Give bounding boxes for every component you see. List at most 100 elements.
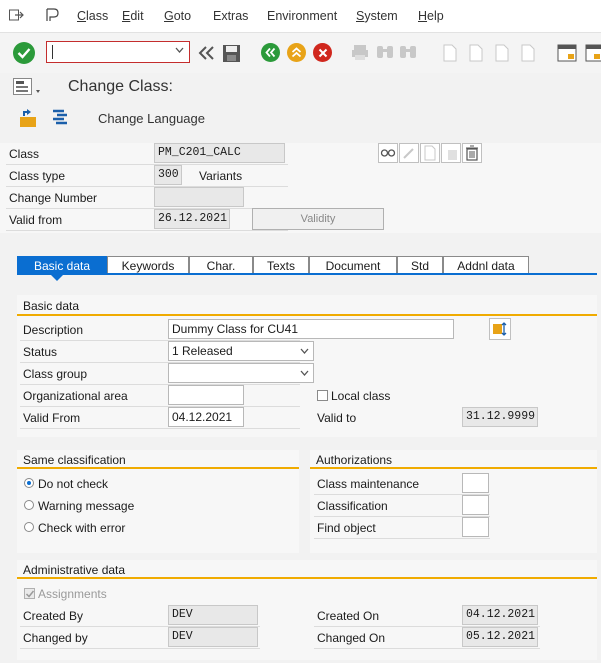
change-number-field[interactable] — [154, 187, 244, 207]
valid-from-input[interactable]: 04.12.2021 — [168, 407, 244, 427]
new-session-icon[interactable] — [557, 44, 577, 65]
group-title-line — [310, 467, 597, 469]
menu-edit[interactable]: Edit — [122, 9, 144, 23]
changed-by-label: Changed by — [23, 631, 88, 645]
first-page-icon[interactable] — [442, 44, 458, 65]
class-group-select[interactable] — [168, 363, 314, 383]
back-double-chevron-icon[interactable] — [197, 45, 215, 61]
next-page-icon[interactable] — [494, 44, 510, 65]
exit-menu-icon[interactable] — [9, 9, 24, 21]
tab-basic-data[interactable]: Basic data — [17, 256, 107, 274]
created-by-field[interactable]: DEV — [168, 605, 258, 625]
assignments-checkbox[interactable] — [24, 588, 35, 599]
changed-on-field[interactable]: 05.12.2021 — [462, 627, 538, 647]
tab-texts[interactable]: Texts — [253, 256, 309, 274]
classification-input[interactable] — [462, 495, 489, 515]
local-class-checkbox[interactable] — [317, 390, 328, 401]
row-divider — [6, 208, 288, 209]
status-label: Status — [23, 345, 58, 359]
change-language-button[interactable]: Change Language — [98, 111, 205, 126]
basic-data-title: Basic data — [23, 299, 80, 313]
exit-icon[interactable] — [287, 43, 306, 62]
classification-label: Classification — [317, 499, 388, 513]
validity-button[interactable]: Validity — [252, 208, 384, 230]
menu-toggle-icon[interactable] — [13, 78, 43, 96]
menu-bar: Class Edit Goto Extras Environment Syste… — [0, 0, 601, 33]
row-divider — [314, 648, 540, 649]
tab-document[interactable]: Document — [309, 256, 397, 274]
page-title: Change Class: — [68, 78, 173, 95]
local-class-label: Local class — [331, 389, 391, 403]
sap-menu-icon[interactable] — [45, 8, 59, 22]
warning-message-label: Warning message — [38, 499, 135, 513]
valid-from-field[interactable]: 26.12.2021 — [154, 209, 230, 229]
menu-extras[interactable]: Extras — [213, 9, 248, 23]
edit-pencil-icon[interactable] — [399, 143, 419, 163]
do-not-check-radio[interactable] — [24, 478, 34, 488]
cancel-icon[interactable] — [313, 43, 332, 62]
back-icon[interactable] — [261, 43, 280, 62]
display-icon[interactable] — [378, 143, 398, 163]
class-label: Class — [9, 147, 40, 161]
description-input[interactable]: Dummy Class for CU41 — [168, 319, 454, 339]
tab-addnl-data[interactable]: Addnl data — [443, 256, 529, 274]
tab-keywords[interactable]: Keywords — [107, 256, 189, 274]
org-area-input[interactable] — [168, 385, 244, 405]
class-field[interactable]: PM_C201_CALC — [154, 143, 285, 163]
tab-char[interactable]: Char. — [189, 256, 253, 274]
find-icon[interactable] — [376, 44, 396, 63]
enter-icon[interactable] — [13, 42, 35, 64]
row-divider — [6, 230, 288, 231]
command-field[interactable] — [46, 41, 190, 63]
chevron-down-icon[interactable] — [300, 345, 309, 360]
class-type-field[interactable]: 300 — [154, 165, 182, 185]
group-title-line — [17, 467, 299, 469]
menu-help[interactable]: Help — [418, 9, 444, 23]
row-divider — [6, 186, 288, 187]
valid-to-label: Valid to — [317, 411, 357, 425]
chevron-down-icon[interactable] — [300, 367, 309, 382]
class-group-label: Class group — [23, 367, 88, 381]
administrative-data-title: Administrative data — [23, 563, 126, 577]
find-object-input[interactable] — [462, 517, 489, 537]
assignments-label: Assignments — [38, 587, 107, 601]
menu-goto[interactable]: Goto — [164, 9, 191, 23]
last-page-icon[interactable] — [520, 44, 536, 65]
shortcut-icon[interactable] — [585, 44, 601, 65]
print-icon[interactable] — [351, 43, 369, 64]
status-select[interactable]: 1 Released — [168, 341, 314, 361]
created-on-field[interactable]: 04.12.2021 — [462, 605, 538, 625]
classes-overview-icon[interactable] — [50, 108, 70, 131]
created-by-label: Created By — [23, 609, 84, 623]
class-type-label: Class type — [9, 169, 66, 183]
copy-icon[interactable] — [441, 143, 461, 163]
delete-icon[interactable] — [462, 143, 482, 163]
text-cursor — [52, 45, 53, 59]
find-next-icon[interactable] — [399, 44, 419, 63]
previous-page-icon[interactable] — [468, 44, 484, 65]
do-not-check-label: Do not check — [38, 477, 109, 491]
create-icon[interactable] — [420, 143, 440, 163]
menu-system[interactable]: System — [356, 9, 398, 23]
menu-class[interactable]: Class — [77, 9, 108, 23]
valid-to-field[interactable]: 31.12.9999 — [462, 407, 538, 427]
row-divider — [20, 428, 300, 429]
change-number-label: Change Number — [9, 191, 98, 205]
check-with-error-radio[interactable] — [24, 522, 34, 532]
other-class-icon[interactable] — [18, 108, 38, 131]
tab-std[interactable]: Std — [397, 256, 443, 274]
row-divider — [20, 384, 300, 385]
org-area-label: Organizational area — [23, 389, 128, 403]
authorizations-title: Authorizations — [316, 453, 393, 467]
changed-by-field[interactable]: DEV — [168, 627, 258, 647]
chevron-down-icon[interactable] — [175, 44, 184, 59]
long-text-icon[interactable] — [489, 318, 511, 340]
title-bar: Change Class: — [0, 73, 601, 103]
class-maintenance-input[interactable] — [462, 473, 489, 493]
class-maintenance-label: Class maintenance — [317, 477, 420, 491]
row-divider — [6, 164, 288, 165]
save-icon[interactable] — [222, 44, 241, 63]
warning-message-radio[interactable] — [24, 500, 34, 510]
menu-environment[interactable]: Environment — [267, 9, 337, 23]
same-classification-title: Same classification — [23, 453, 126, 467]
